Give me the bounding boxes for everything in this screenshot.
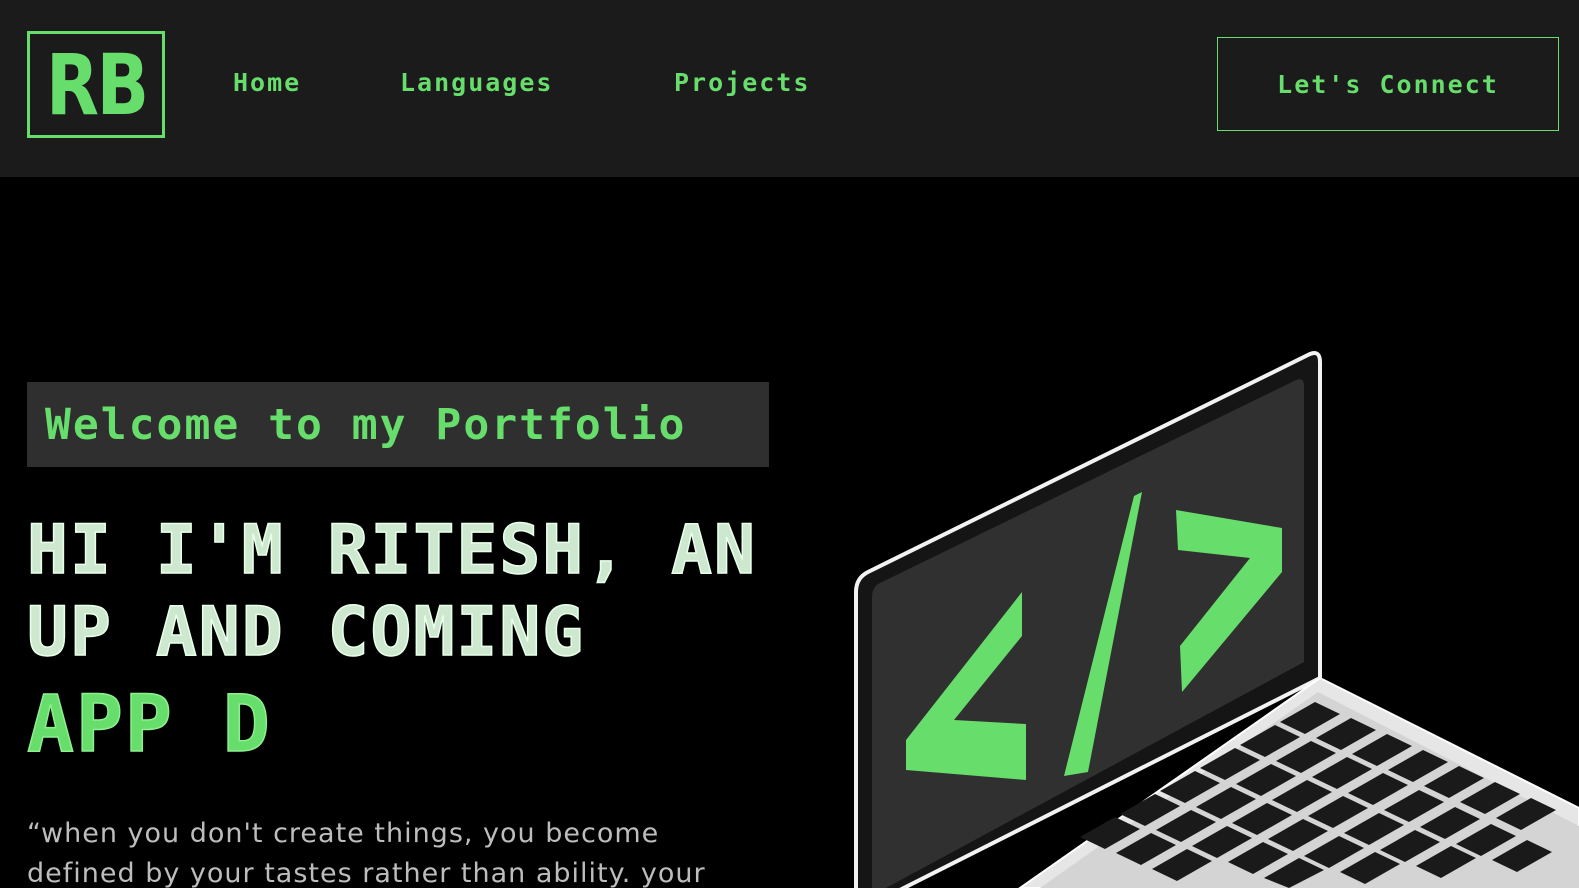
hero-quote: “when you don't create things, you becom… <box>27 818 706 888</box>
lets-connect-button[interactable]: Let's Connect <box>1217 37 1559 131</box>
hero-headline-line-2: UP AND COMING <box>26 592 586 673</box>
hero-headline-line-1: HI I'M RITESH, AN <box>26 510 757 591</box>
nav-link-projects[interactable]: Projects <box>674 68 810 97</box>
laptop-code-icon <box>854 351 1579 888</box>
navbar: RB Home Languages Projects Let's Connect <box>0 0 1579 177</box>
nav-link-home[interactable]: Home <box>233 68 301 97</box>
logo-text: RB <box>45 35 149 134</box>
welcome-tagline-box: Welcome to my Portfolio <box>27 382 769 467</box>
logo[interactable]: RB <box>27 31 165 138</box>
welcome-tagline: Welcome to my Portfolio <box>45 399 687 450</box>
hero-headline: HI I'M RITESH, AN UP AND COMING <box>26 510 757 674</box>
nav-link-languages[interactable]: Languages <box>400 68 553 97</box>
hero-typed-role: APP D <box>26 679 272 771</box>
